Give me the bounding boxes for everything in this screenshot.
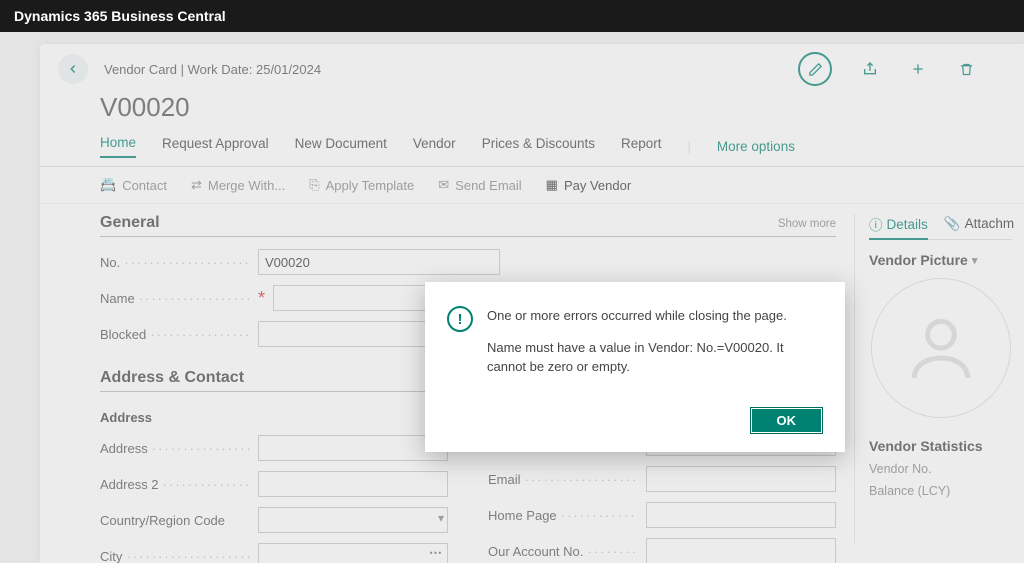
side-tab-attachments[interactable]: 📎 Attachm bbox=[944, 214, 1014, 233]
ok-button[interactable]: OK bbox=[750, 407, 824, 434]
label-address: Address bbox=[100, 441, 250, 456]
label-name: Name bbox=[100, 291, 250, 306]
vendor-picture-header[interactable]: Vendor Picture ▾ bbox=[869, 252, 1012, 268]
input-email[interactable] bbox=[646, 466, 836, 492]
stat-balance-lcy: Balance (LCY) bbox=[869, 484, 1012, 498]
page-title: V00020 bbox=[40, 86, 1024, 135]
error-dialog: ! One or more errors occurred while clos… bbox=[425, 282, 845, 452]
tab-request-approval[interactable]: Request Approval bbox=[162, 136, 269, 157]
vendor-statistics-header: Vendor Statistics bbox=[869, 438, 1012, 454]
error-title: One or more errors occurred while closin… bbox=[487, 306, 823, 326]
input-city[interactable] bbox=[258, 543, 448, 563]
template-icon: ⎘ bbox=[309, 177, 319, 193]
vendor-avatar bbox=[871, 278, 1011, 418]
toolbar-contact[interactable]: 📇Contact bbox=[100, 177, 167, 193]
app-bar: Dynamics 365 Business Central bbox=[0, 0, 1024, 32]
delete-icon[interactable] bbox=[956, 59, 976, 79]
action-toolbar: 📇Contact ⇄Merge With... ⎘Apply Template … bbox=[40, 167, 1024, 204]
error-message: Name must have a value in Vendor: No.=V0… bbox=[487, 338, 823, 377]
section-general-title: General bbox=[100, 214, 160, 232]
tab-vendor[interactable]: Vendor bbox=[413, 136, 456, 157]
label-email: Email bbox=[488, 472, 638, 487]
side-tab-details[interactable]: ⓘ Details bbox=[869, 214, 928, 240]
toolbar-pay-vendor[interactable]: ▦Pay Vendor bbox=[546, 177, 632, 193]
back-button[interactable] bbox=[58, 54, 88, 84]
label-our-account: Our Account No. bbox=[488, 544, 638, 559]
app-name: Dynamics 365 Business Central bbox=[14, 8, 226, 24]
toolbar-send-email[interactable]: ✉Send Email bbox=[438, 177, 521, 193]
stat-vendor-no: Vendor No. bbox=[869, 462, 1012, 476]
label-homepage: Home Page bbox=[488, 508, 638, 523]
chevron-down-icon: ▾ bbox=[972, 254, 978, 267]
input-homepage[interactable] bbox=[646, 502, 836, 528]
ellipsis-icon: ⋯ bbox=[429, 545, 442, 561]
share-icon[interactable] bbox=[860, 59, 880, 79]
edit-button[interactable] bbox=[798, 52, 832, 86]
label-blocked: Blocked bbox=[100, 327, 250, 342]
new-icon[interactable] bbox=[908, 59, 928, 79]
nav-tabs: Home Request Approval New Document Vendo… bbox=[40, 135, 1024, 167]
email-icon: ✉ bbox=[438, 177, 449, 193]
tab-report[interactable]: Report bbox=[621, 136, 662, 157]
input-address2[interactable] bbox=[258, 471, 448, 497]
info-icon: ⓘ bbox=[869, 214, 883, 234]
tab-home[interactable]: Home bbox=[100, 135, 136, 158]
toolbar-apply-template[interactable]: ⎘Apply Template bbox=[309, 177, 414, 193]
label-city: City bbox=[100, 549, 250, 563]
sub-address: Address bbox=[100, 410, 448, 425]
tab-new-document[interactable]: New Document bbox=[295, 136, 387, 157]
merge-icon: ⇄ bbox=[191, 177, 202, 193]
input-country[interactable] bbox=[258, 507, 448, 533]
input-address[interactable] bbox=[258, 435, 448, 461]
input-our-account[interactable] bbox=[646, 538, 836, 563]
label-country: Country/Region Code bbox=[100, 513, 250, 528]
tab-prices-discounts[interactable]: Prices & Discounts bbox=[482, 136, 595, 157]
pay-icon: ▦ bbox=[546, 177, 558, 193]
label-no: No. bbox=[100, 255, 250, 270]
section-address-title: Address & Contact bbox=[100, 369, 244, 387]
side-panel: ⓘ Details 📎 Attachm Vendor Picture ▾ Ven… bbox=[854, 214, 1024, 543]
input-no[interactable] bbox=[258, 249, 500, 275]
show-more-general[interactable]: Show more bbox=[778, 218, 836, 230]
required-asterisk: * bbox=[258, 293, 265, 303]
breadcrumb: Vendor Card | Work Date: 25/01/2024 bbox=[104, 62, 321, 77]
contact-icon: 📇 bbox=[100, 177, 116, 193]
label-address2: Address 2 bbox=[100, 477, 250, 492]
toolbar-merge[interactable]: ⇄Merge With... bbox=[191, 177, 285, 193]
attachment-icon: 📎 bbox=[944, 216, 961, 232]
error-icon: ! bbox=[447, 306, 473, 332]
more-options[interactable]: More options bbox=[717, 139, 795, 154]
